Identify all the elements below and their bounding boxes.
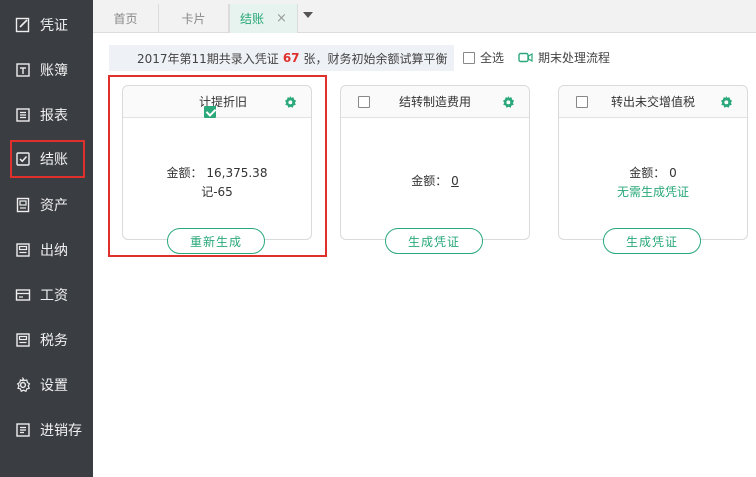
sidebar-item-salary[interactable]: 工资 — [0, 275, 93, 315]
amount-value[interactable]: 0 — [451, 174, 459, 188]
sidebar-item-settings[interactable]: 设置 — [0, 365, 93, 405]
generate-voucher-button[interactable]: 生成凭证 — [603, 228, 701, 254]
sidebar-item-label: 进销存 — [40, 423, 82, 439]
sidebar-item-label: 税务 — [40, 333, 68, 349]
inventory-icon — [15, 422, 31, 438]
tab-card[interactable]: 卡片 — [159, 4, 229, 33]
card-body: 金额： 0 无需生成凭证 — [559, 118, 747, 239]
sidebar-item-report[interactable]: 报表 — [0, 95, 93, 135]
sidebar-item-label: 凭证 — [40, 18, 68, 34]
tab-home[interactable]: 首页 — [93, 4, 159, 33]
salary-icon — [15, 287, 31, 303]
close-icon[interactable]: × — [276, 11, 287, 26]
amount-label: 金额： — [411, 174, 448, 188]
card-body: 金额： 0 — [341, 118, 529, 239]
sidebar-item-tax[interactable]: 税务 — [0, 320, 93, 360]
sidebar-item-asset[interactable]: 资产 — [0, 185, 93, 225]
card-header: 转出未交增值税 — [559, 86, 747, 118]
tab-label: 首页 — [113, 12, 138, 26]
no-voucher-needed-note: 无需生成凭证 — [616, 185, 689, 199]
sidebar-item-label: 资产 — [40, 198, 68, 214]
chevron-down-icon[interactable] — [303, 12, 313, 18]
sidebar-item-label: 工资 — [40, 288, 68, 304]
sidebar-item-ledger[interactable]: 账簿 — [0, 50, 93, 90]
card-title: 结转制造费用 — [398, 95, 471, 109]
sidebar-item-checkout[interactable]: 结账 — [10, 140, 85, 178]
generate-voucher-button[interactable]: 生成凭证 — [385, 228, 483, 254]
amount-value: 0 — [669, 166, 677, 180]
sidebar-item-label: 账簿 — [40, 63, 68, 79]
sidebar-item-label: 报表 — [40, 108, 68, 124]
amount-label: 金额： — [629, 166, 666, 180]
sidebar-item-label: 出纳 — [40, 243, 68, 259]
amount-row: 金额： 0 — [629, 164, 676, 181]
card-checkbox[interactable] — [358, 96, 370, 108]
tab-label: 卡片 — [181, 12, 206, 26]
select-all-label: 全选 — [480, 51, 505, 65]
tab-checkout[interactable]: 结账 × — [229, 4, 298, 33]
highlight-box — [108, 75, 327, 257]
sidebar-item-label: 设置 — [40, 378, 68, 394]
period-summary: 2017年第11期共录入凭证 67 张，财务初始余额试算平衡 — [109, 45, 454, 71]
voucher-icon — [15, 17, 31, 33]
tax-icon — [15, 332, 31, 348]
sidebar-item-inventory[interactable]: 进销存 — [0, 410, 93, 450]
voucher-count: 67 — [282, 51, 300, 65]
tab-label: 结账 — [240, 12, 265, 26]
gear-icon — [15, 377, 31, 393]
cashier-icon — [15, 242, 31, 258]
summary-prefix: 2017年第11期共录入凭证 — [137, 51, 279, 66]
amount-row: 金额： 0 — [411, 172, 458, 189]
summary-suffix: 张，财务初始余额试算平衡 — [303, 51, 448, 66]
period-end-process-link[interactable]: 期末处理流程 — [518, 49, 610, 66]
gear-icon[interactable] — [719, 95, 733, 109]
card-header: 结转制造费用 — [341, 86, 529, 118]
sidebar-item-voucher[interactable]: 凭证 — [0, 5, 93, 45]
select-all[interactable]: 全选 — [463, 49, 504, 66]
sidebar-item-label: 结账 — [40, 152, 68, 168]
sidebar-item-cashier[interactable]: 出纳 — [0, 230, 93, 270]
report-icon — [15, 107, 31, 123]
main-content: 2017年第11期共录入凭证 67 张，财务初始余额试算平衡 全选 期末处理流程… — [93, 33, 756, 477]
video-icon — [518, 52, 533, 63]
card-unpaid-vat: 转出未交增值税 金额： 0 无需生成凭证 — [558, 85, 748, 240]
select-all-checkbox[interactable] — [463, 51, 475, 64]
gear-icon[interactable] — [501, 95, 515, 109]
card-manufacturing-overhead: 结转制造费用 金额： 0 — [340, 85, 530, 240]
checkout-icon — [15, 151, 31, 167]
card-checkbox[interactable] — [576, 96, 588, 108]
ledger-icon — [15, 62, 31, 78]
card-title: 转出未交增值税 — [610, 95, 695, 109]
asset-icon — [15, 197, 31, 213]
process-label: 期末处理流程 — [538, 51, 611, 65]
sidebar: 凭证 账簿 报表 结账 资产 出纳 工资 税务 设置 进销存 — [0, 0, 93, 477]
tab-bar: 首页 卡片 结账 × — [93, 0, 756, 33]
